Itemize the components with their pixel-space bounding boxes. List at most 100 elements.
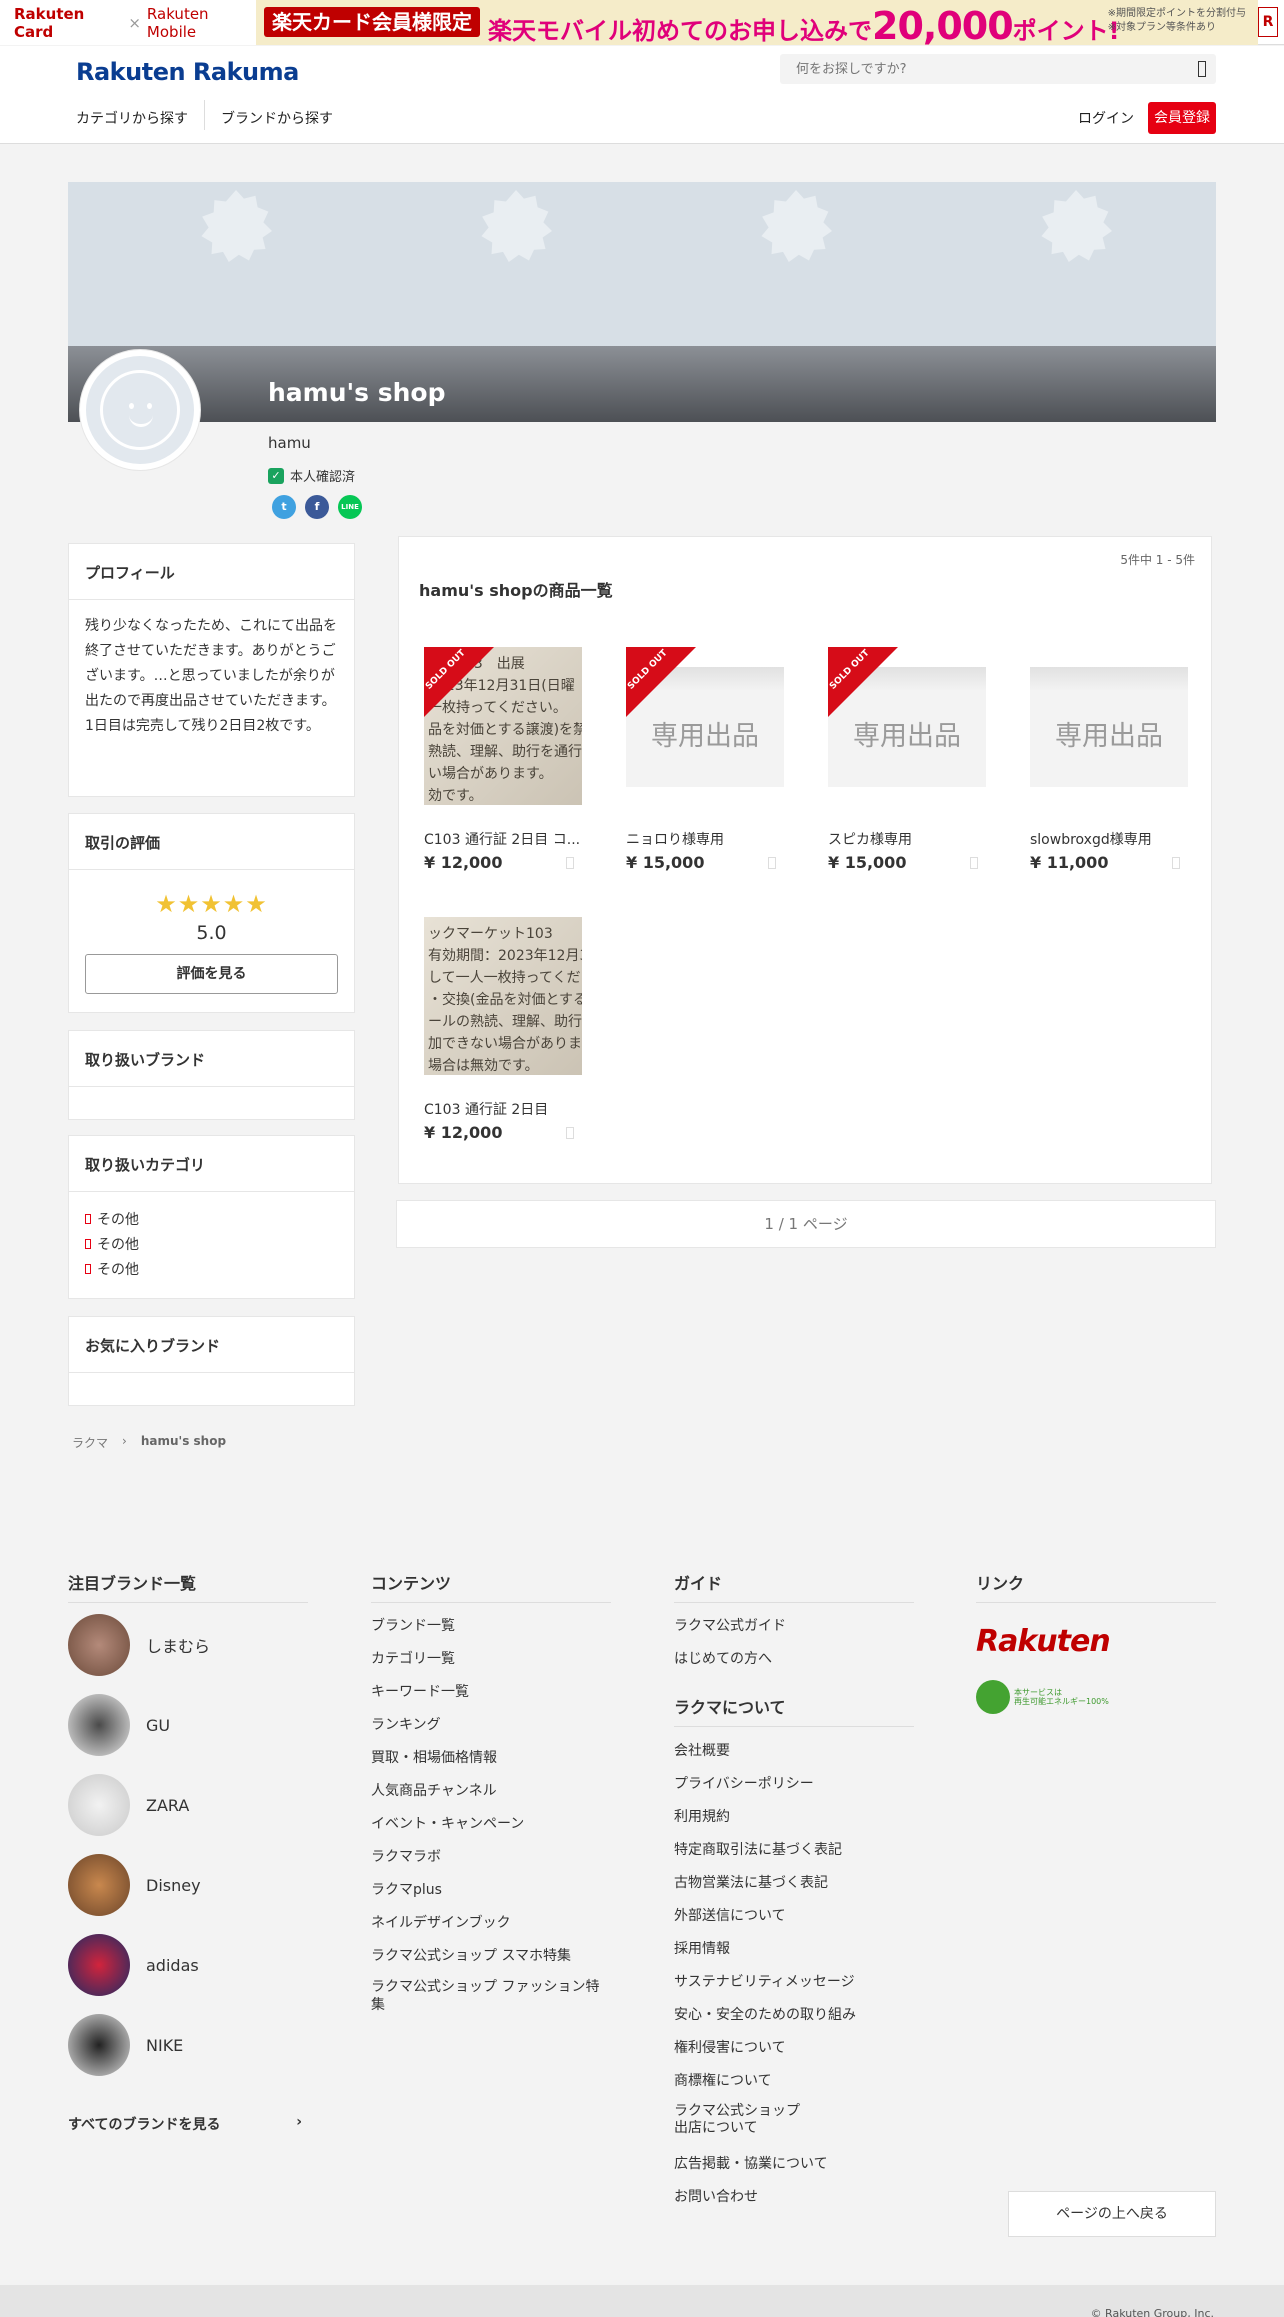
items-title: hamu's shopの商品一覧 bbox=[419, 581, 613, 600]
category-item[interactable]: その他 bbox=[85, 1206, 354, 1231]
cover-badge-icon bbox=[1041, 190, 1112, 262]
footer-link[interactable]: 特定商取引法に基づく表記 bbox=[674, 1839, 842, 1859]
all-brands-link[interactable]: すべてのブランドを見る › bbox=[68, 2114, 308, 2134]
footer-link[interactable]: 買取・相場価格情報 bbox=[371, 1747, 497, 1767]
rakuten-logo[interactable]: Rakuten bbox=[976, 1624, 1111, 1659]
brand-link[interactable]: GU bbox=[68, 1694, 308, 1756]
view-ratings-button[interactable]: 評価を見る bbox=[85, 954, 338, 994]
item-name[interactable]: C103 通行証 2日目 bbox=[424, 1099, 582, 1119]
footer-link[interactable]: 会社概要 bbox=[674, 1740, 730, 1760]
item-price: ¥ 15,000 bbox=[828, 853, 907, 872]
back-to-top-button[interactable]: ページの上へ戻る bbox=[1008, 2191, 1216, 2237]
brand-image bbox=[68, 1854, 130, 1916]
footer-link[interactable]: イベント・キャンペーン bbox=[371, 1813, 524, 1833]
promo-main[interactable]: 楽天カード会員様限定 楽天モバイル初めてのお申し込みで20,000ポイント! ※… bbox=[256, 0, 1258, 48]
search-icon[interactable] bbox=[1198, 61, 1206, 77]
brand-name: ZARA bbox=[146, 1795, 190, 1815]
line-icon[interactable]: LINE bbox=[338, 495, 362, 519]
facebook-icon[interactable]: f bbox=[305, 495, 329, 519]
footer-link[interactable]: 利用規約 bbox=[674, 1806, 730, 1826]
item-card[interactable]: ックマーケット103 有効期間：2023年12月31 して一人一枚持ってください… bbox=[424, 917, 582, 1153]
brand-link[interactable]: adidas bbox=[68, 1934, 308, 1996]
item-card[interactable]: 専用出品 SOLD OUT ニョロり様専用 ¥ 15,000 bbox=[626, 647, 784, 883]
twitter-icon[interactable]: t bbox=[272, 495, 296, 519]
brand-image bbox=[68, 1694, 130, 1756]
renewable-energy-badge[interactable]: 本サービスは 再生可能エネルギー100% bbox=[976, 1680, 1109, 1714]
footer-link[interactable]: ネイルデザインブック bbox=[371, 1912, 511, 1932]
like-icon[interactable] bbox=[1172, 857, 1180, 869]
footer-link[interactable]: 安心・安全のための取り組み bbox=[674, 2004, 856, 2024]
footer-link[interactable]: ラクマ公式ガイド bbox=[674, 1615, 786, 1635]
footer-link[interactable]: お問い合わせ bbox=[674, 2186, 758, 2206]
footer-link[interactable]: ランキング bbox=[371, 1714, 441, 1734]
like-icon[interactable] bbox=[768, 857, 776, 869]
footer-link[interactable]: 採用情報 bbox=[674, 1938, 730, 1958]
brand-name: adidas bbox=[146, 1955, 199, 1975]
item-price: ¥ 11,000 bbox=[1030, 853, 1109, 872]
item-name[interactable]: スピカ様専用 bbox=[828, 829, 986, 849]
item-name[interactable]: slowbroxgd様専用 bbox=[1030, 829, 1188, 849]
footer-link[interactable]: 広告掲載・協業について bbox=[674, 2153, 828, 2173]
breadcrumb-home[interactable]: ラクマ bbox=[72, 1434, 108, 1451]
like-icon[interactable] bbox=[566, 1127, 574, 1139]
footer-bar: © Rakuten Group, Inc. bbox=[0, 2285, 1284, 2317]
copyright: © Rakuten Group, Inc. bbox=[1090, 2307, 1214, 2317]
rakuten-r-icon: R bbox=[1258, 7, 1278, 37]
item-card[interactable]: 専用出品 slowbroxgd様専用 ¥ 11,000 bbox=[1030, 647, 1188, 883]
shop-cover bbox=[68, 182, 1216, 422]
like-icon[interactable] bbox=[970, 857, 978, 869]
item-name[interactable]: C103 通行証 2日目 コ... bbox=[424, 829, 582, 849]
footer-link[interactable]: ラクマ公式ショップ スマホ特集 bbox=[371, 1945, 571, 1965]
promo-logos: Rakuten Card × Rakuten Mobile bbox=[0, 0, 256, 45]
footer-about-title: ラクマについて bbox=[674, 1694, 914, 1727]
item-placeholder[interactable]: 専用出品 bbox=[1030, 667, 1188, 787]
footer-link[interactable]: キーワード一覧 bbox=[371, 1681, 469, 1701]
footer-link[interactable]: 人気商品チャンネル bbox=[371, 1780, 497, 1800]
footer-link[interactable]: ラクマ公式ショップ 出店について bbox=[674, 2103, 800, 2137]
nav-divider bbox=[204, 100, 205, 130]
nav-category[interactable]: カテゴリから探す bbox=[76, 108, 188, 128]
categories-card: 取り扱いカテゴリ その他 その他 その他 bbox=[68, 1135, 355, 1299]
login-link[interactable]: ログイン bbox=[1078, 108, 1134, 128]
footer-link[interactable]: サステナビリティメッセージ bbox=[674, 1971, 855, 1991]
green-text: 本サービスは 再生可能エネルギー100% bbox=[1014, 1688, 1109, 1706]
brand-link[interactable]: NIKE bbox=[68, 2014, 308, 2076]
like-icon[interactable] bbox=[566, 857, 574, 869]
footer-link[interactable]: ブランド一覧 bbox=[371, 1615, 455, 1635]
verified-label: 本人確認済 bbox=[290, 470, 356, 485]
avatar bbox=[80, 350, 200, 470]
footer-link[interactable]: ラクマplus bbox=[371, 1879, 442, 1899]
footer-link[interactable]: 外部送信について bbox=[674, 1905, 786, 1925]
smile bbox=[129, 415, 153, 427]
category-item[interactable]: その他 bbox=[85, 1256, 354, 1281]
footer-link[interactable]: カテゴリ一覧 bbox=[371, 1648, 455, 1668]
brand-link[interactable]: ZARA bbox=[68, 1774, 308, 1836]
category-item[interactable]: その他 bbox=[85, 1231, 354, 1256]
footer-link[interactable]: はじめての方へ bbox=[674, 1648, 772, 1668]
search-input[interactable] bbox=[780, 54, 1160, 84]
brand-link[interactable]: Disney bbox=[68, 1854, 308, 1916]
footer-link[interactable]: ラクマラボ bbox=[371, 1846, 441, 1866]
favorite-brands-title: お気に入りブランド bbox=[69, 1317, 354, 1373]
rakuma-logo[interactable]: Rakuten Rakuma bbox=[76, 58, 299, 86]
breadcrumb-sep: › bbox=[122, 1434, 127, 1448]
signup-button[interactable]: 会員登録 bbox=[1148, 102, 1216, 134]
footer-link[interactable]: プライバシーポリシー bbox=[674, 1773, 814, 1793]
footer-link[interactable]: 権利侵害について bbox=[674, 2037, 786, 2057]
brands-title: 取り扱いブランド bbox=[69, 1031, 354, 1087]
promo-banner[interactable]: Rakuten Card × Rakuten Mobile 楽天カード会員様限定… bbox=[0, 0, 1284, 48]
nav-brand[interactable]: ブランドから探す bbox=[221, 108, 333, 128]
item-name[interactable]: ニョロり様専用 bbox=[626, 829, 784, 849]
brand-link[interactable]: しまむら bbox=[68, 1614, 308, 1676]
item-card[interactable]: ット103 出展 2023年12月31日(日曜 一枚持ってください。 品を対価と… bbox=[424, 647, 582, 883]
footer-link[interactable]: 商標権について bbox=[674, 2070, 772, 2090]
profile-title: プロフィール bbox=[69, 544, 354, 600]
footer-link[interactable]: 古物営業法に基づく表記 bbox=[674, 1872, 828, 1892]
user-id: hamu bbox=[268, 434, 311, 452]
footer-link[interactable]: ラクマ公式ショップ ファッション特集 bbox=[371, 1978, 611, 2014]
leaf-icon bbox=[976, 1680, 1010, 1714]
item-card[interactable]: 専用出品 SOLD OUT スピカ様専用 ¥ 15,000 bbox=[828, 647, 986, 883]
search-box[interactable] bbox=[780, 54, 1216, 84]
item-photo[interactable]: ックマーケット103 有効期間：2023年12月31 して一人一枚持ってください… bbox=[424, 917, 582, 1075]
rating-card: 取引の評価 ★★★★★ 5.0 評価を見る bbox=[68, 813, 355, 1013]
